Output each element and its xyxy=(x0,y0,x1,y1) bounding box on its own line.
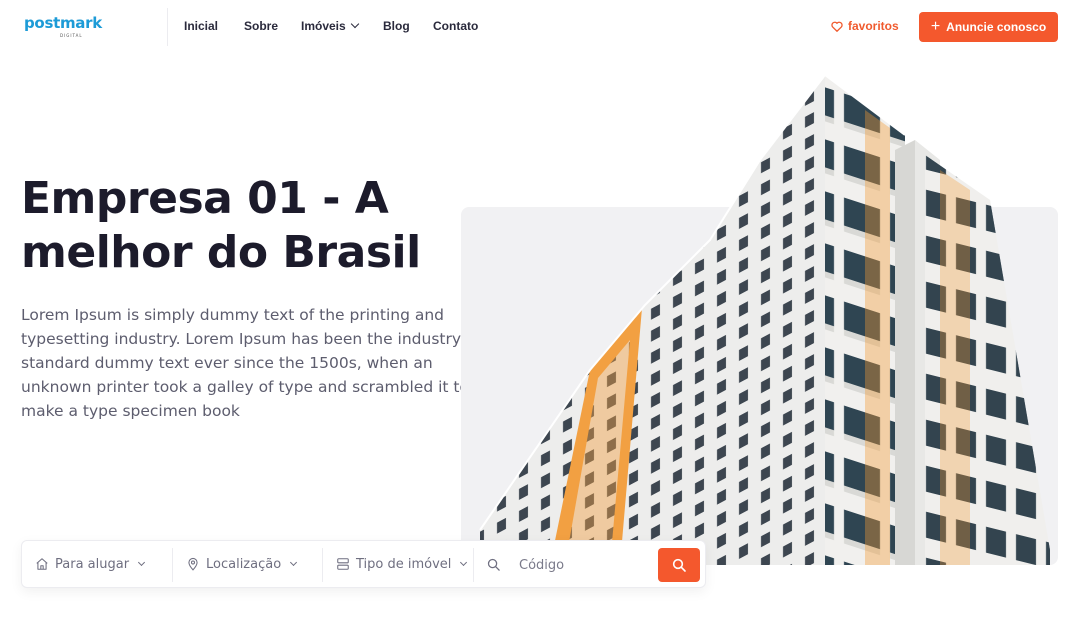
search-divider xyxy=(172,548,173,582)
hero-title: Empresa 01 - A melhor do Brasil xyxy=(21,173,421,278)
nav-item-imoveis[interactable]: Imóveis xyxy=(301,19,359,33)
heart-icon xyxy=(831,21,843,32)
chevron-down-icon xyxy=(350,19,359,29)
advertise-button[interactable]: + Anuncie conosco xyxy=(919,12,1058,42)
plus-icon: + xyxy=(930,18,941,35)
favorites-label: favoritos xyxy=(848,19,899,33)
nav-item-sobre[interactable]: Sobre xyxy=(244,19,278,33)
search-icon xyxy=(672,558,686,572)
logo[interactable]: postmark DIGITAL xyxy=(24,14,124,40)
search-bar: Para alugar Localização Tipo de imóvel xyxy=(21,540,706,588)
nav-item-imoveis-label: Imóveis xyxy=(301,19,346,33)
chevron-down-icon xyxy=(460,558,468,566)
nav-item-contato[interactable]: Contato xyxy=(433,19,478,33)
rent-type-dropdown[interactable]: Para alugar xyxy=(35,541,146,587)
favorites-link[interactable]: favoritos xyxy=(831,19,899,33)
search-button[interactable] xyxy=(658,548,700,582)
building-photo xyxy=(479,73,1050,565)
location-dropdown[interactable]: Localização xyxy=(186,541,298,587)
layers-icon xyxy=(337,558,349,570)
header-divider xyxy=(167,8,168,46)
code-input[interactable] xyxy=(519,551,649,579)
rent-type-label: Para alugar xyxy=(55,556,130,572)
property-type-label: Tipo de imóvel xyxy=(356,556,452,572)
search-icon xyxy=(487,558,500,571)
search-divider xyxy=(322,548,323,582)
nav-item-inicial[interactable]: Inicial xyxy=(184,19,218,33)
advertise-button-label: Anuncie conosco xyxy=(946,20,1047,34)
code-search-icon-wrap xyxy=(486,541,501,587)
property-type-dropdown[interactable]: Tipo de imóvel xyxy=(336,541,468,587)
search-divider xyxy=(473,548,474,582)
location-label: Localização xyxy=(206,556,282,572)
chevron-down-icon xyxy=(290,558,298,566)
page: postmark DIGITAL Inicial Sobre Imóveis B… xyxy=(0,0,1087,621)
chevron-down-icon xyxy=(138,558,146,566)
map-pin-icon xyxy=(188,557,198,571)
nav-item-blog[interactable]: Blog xyxy=(383,19,410,33)
logo-text: postmark xyxy=(24,14,102,32)
home-icon xyxy=(36,558,48,570)
hero-description: Lorem Ipsum is simply dummy text of the … xyxy=(21,306,474,420)
logo-subtext: DIGITAL xyxy=(60,33,83,38)
